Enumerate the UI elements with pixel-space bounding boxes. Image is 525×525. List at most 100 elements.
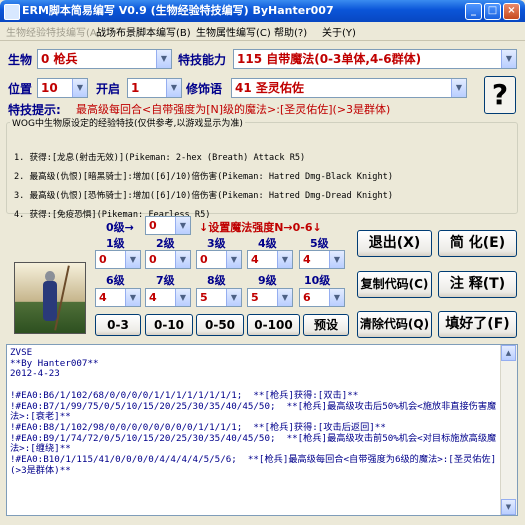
- level10-value: 6: [303, 291, 311, 304]
- chevron-down-icon: ▼: [175, 217, 190, 234]
- level4-select[interactable]: 4 ▼: [247, 250, 293, 269]
- level0-select[interactable]: 0 ▼: [145, 216, 191, 235]
- app-icon: [4, 4, 20, 20]
- level2-select[interactable]: 0 ▼: [145, 250, 191, 269]
- level6-label: 6级: [106, 274, 125, 287]
- chevron-down-icon: ▼: [125, 289, 140, 306]
- level9-select[interactable]: 5 ▼: [247, 288, 293, 307]
- preset-0-50-button[interactable]: 0-50: [196, 314, 244, 336]
- level7-select[interactable]: 4 ▼: [145, 288, 191, 307]
- filled-button[interactable]: 填好了(F): [438, 311, 517, 338]
- menu-help[interactable]: 帮助(?): [274, 24, 307, 39]
- menu-bar: 生物经验特技编写(A) 战场布景脚本编写(B) 生物属性编写(C) 帮助(?) …: [0, 22, 525, 41]
- code-output-area[interactable]: ZVSE **By Hanter007** 2012-4-23 !#EA0:B6…: [6, 344, 518, 516]
- level1-select[interactable]: 0 ▼: [95, 250, 141, 269]
- level10-select[interactable]: 6 ▼: [299, 288, 345, 307]
- simplify-button[interactable]: 简 化(E): [438, 230, 517, 257]
- preset-0-10-button[interactable]: 0-10: [145, 314, 193, 336]
- creature-value: 0 枪兵: [41, 52, 78, 66]
- level5-select[interactable]: 4 ▼: [299, 250, 345, 269]
- chevron-down-icon: ▼: [175, 251, 190, 268]
- level9-value: 5: [251, 291, 259, 304]
- level8-select[interactable]: 5 ▼: [196, 288, 242, 307]
- level4-label: 4级: [258, 237, 277, 250]
- ability-label: 特技能力: [178, 53, 227, 67]
- chevron-down-icon: ▼: [329, 289, 344, 306]
- level7-label: 7级: [156, 274, 175, 287]
- chevron-down-icon: ▼: [226, 251, 241, 268]
- vertical-scrollbar[interactable]: ▲ ▼: [500, 345, 517, 515]
- menu-battlefield[interactable]: 战场布景脚本编写(B): [96, 24, 191, 39]
- skills-group-title: WOG中生物原设定的经验特技(仅供参考,以游戏显示为准): [10, 116, 245, 129]
- level3-select[interactable]: 0 ▼: [196, 250, 242, 269]
- preset-0-3-button[interactable]: 0-3: [95, 314, 141, 336]
- level9-label: 9级: [258, 274, 277, 287]
- level1-label: 1级: [106, 237, 125, 250]
- skill-line: 3. 最高级(仇恨)[恐怖骑士]:增加([6]/10)倍伤害(Pikeman: …: [14, 190, 394, 201]
- code-text[interactable]: ZVSE **By Hanter007** 2012-4-23 !#EA0:B6…: [10, 347, 500, 476]
- level5-value: 4: [303, 253, 311, 266]
- level5-label: 5级: [310, 237, 329, 250]
- ability-select[interactable]: 115 自带魔法(0-3单体,4-6群体) ▼: [233, 49, 517, 69]
- modifier-select[interactable]: 41 圣灵佑佐 ▼: [231, 78, 467, 98]
- knight-body-shape: [43, 281, 57, 321]
- level2-value: 0: [149, 253, 157, 266]
- creature-select[interactable]: 0 枪兵 ▼: [37, 49, 172, 69]
- clear-code-button[interactable]: 清除代码(Q): [357, 311, 432, 338]
- modifier-label: 修饰语: [186, 82, 223, 96]
- creature-label: 生物: [8, 53, 33, 67]
- open-select[interactable]: 1 ▼: [127, 78, 182, 98]
- position-select[interactable]: 10 ▼: [37, 78, 88, 98]
- hint-text: 最高级每回合<自带强度为[N]级的魔法>:[圣灵佑佐](>3是群体): [76, 103, 391, 116]
- close-button[interactable]: ×: [503, 3, 520, 20]
- minimize-button[interactable]: _: [465, 3, 482, 20]
- chevron-down-icon: ▼: [175, 289, 190, 306]
- position-label: 位置: [8, 82, 33, 96]
- copy-code-button[interactable]: 复制代码(C): [357, 271, 432, 298]
- menu-creature-attr[interactable]: 生物属性编写(C): [196, 24, 271, 39]
- level6-select[interactable]: 4 ▼: [95, 288, 141, 307]
- chevron-down-icon: ▼: [72, 79, 87, 97]
- menu-about[interactable]: 关于(Y): [322, 24, 356, 39]
- position-value: 10: [41, 81, 58, 95]
- chevron-down-icon: ▼: [451, 79, 466, 97]
- level2-label: 2级: [156, 237, 175, 250]
- chevron-down-icon: ▼: [156, 50, 171, 68]
- help-button[interactable]: ?: [484, 76, 516, 114]
- modifier-value: 41 圣灵佑佐: [235, 81, 304, 95]
- title-bar: ERM脚本简易编写 V0.9 (生物经验特技编写) ByHanter007 _ …: [0, 0, 525, 22]
- level7-value: 4: [149, 291, 157, 304]
- preset-default-button[interactable]: 预设: [303, 314, 349, 336]
- skills-list: 1. 获得:[龙息(射击无效)](Pikeman: 2-hex (Breath)…: [14, 144, 393, 230]
- chevron-down-icon: ▼: [166, 79, 181, 97]
- skill-line: 1. 获得:[龙息(射击无效)](Pikeman: 2-hex (Breath)…: [14, 152, 306, 163]
- level3-label: 3级: [207, 237, 226, 250]
- open-value: 1: [131, 81, 140, 95]
- level3-value: 0: [200, 253, 208, 266]
- level8-value: 5: [200, 291, 208, 304]
- level0-label: 0级→: [106, 221, 134, 234]
- scroll-down-icon[interactable]: ▼: [501, 499, 516, 515]
- chevron-down-icon: ▼: [277, 251, 292, 268]
- chevron-down-icon: ▼: [226, 289, 241, 306]
- skill-line: 2. 最高级(仇恨)[暗黑骑士]:增加([6]/10)倍伤害(Pikeman: …: [14, 171, 394, 182]
- level6-value: 4: [99, 291, 107, 304]
- level4-value: 4: [251, 253, 259, 266]
- level10-label: 10级: [304, 274, 331, 287]
- chevron-down-icon: ▼: [277, 289, 292, 306]
- magic-strength-note: ↓设置魔法强度N→0-6↓: [199, 221, 322, 234]
- open-label: 开启: [96, 82, 121, 96]
- maximize-button[interactable]: □: [484, 3, 501, 20]
- menu-creature-exp[interactable]: 生物经验特技编写(A): [6, 24, 101, 39]
- ability-value: 115 自带魔法(0-3单体,4-6群体): [237, 52, 422, 66]
- chevron-down-icon: ▼: [125, 251, 140, 268]
- pikeman-portrait: [14, 262, 86, 334]
- level1-value: 0: [99, 253, 107, 266]
- scroll-up-icon[interactable]: ▲: [501, 345, 516, 361]
- comment-button[interactable]: 注 释(T): [438, 271, 517, 298]
- preset-0-100-button[interactable]: 0-100: [247, 314, 300, 336]
- level0-value: 0: [149, 219, 157, 232]
- chevron-down-icon: ▼: [329, 251, 344, 268]
- chevron-down-icon: ▼: [501, 50, 516, 68]
- exit-button[interactable]: 退出(X): [357, 230, 432, 257]
